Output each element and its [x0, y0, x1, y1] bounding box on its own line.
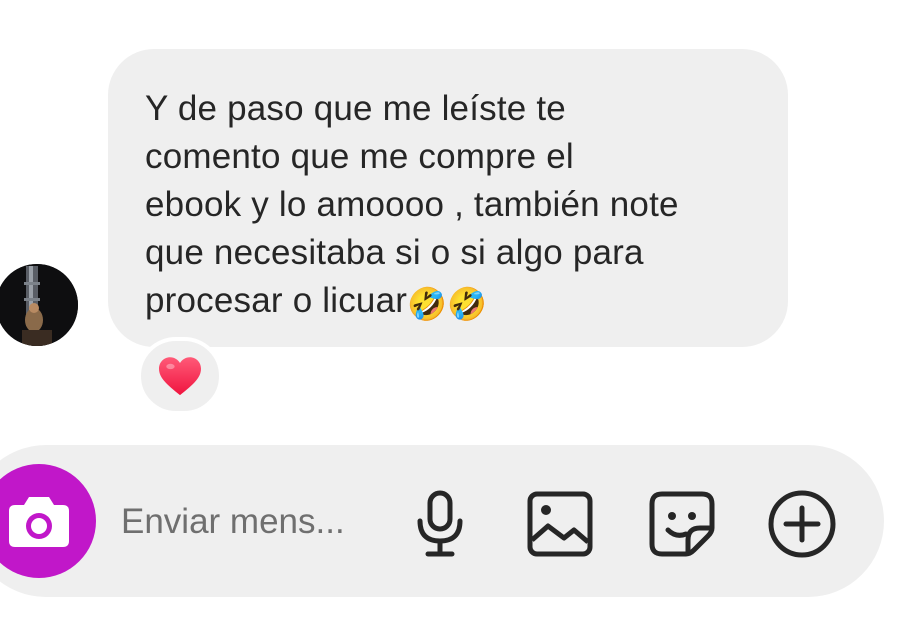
plus-circle-icon: [768, 490, 836, 558]
heart-reaction[interactable]: [137, 337, 223, 415]
heart-icon: [159, 357, 201, 396]
chat-screen: Y de paso que me leíste te comento que m…: [0, 0, 908, 621]
message-input[interactable]: [121, 499, 371, 545]
microphone-button[interactable]: [402, 486, 478, 562]
avatar-photo-icon: [0, 264, 78, 346]
camera-icon: [9, 497, 69, 547]
sender-avatar[interactable]: [0, 264, 78, 346]
gallery-button[interactable]: [522, 486, 598, 562]
laughing-emoji: 🤣🤣: [407, 286, 488, 322]
microphone-icon: [417, 490, 463, 557]
add-button[interactable]: [764, 486, 840, 562]
message-text: Y de paso que me leíste te comento que m…: [145, 85, 758, 325]
gallery-icon: [527, 491, 593, 557]
sticker-button[interactable]: [644, 486, 720, 562]
sticker-icon: [649, 491, 715, 557]
received-message-bubble[interactable]: Y de paso que me leíste te comento que m…: [108, 49, 788, 347]
